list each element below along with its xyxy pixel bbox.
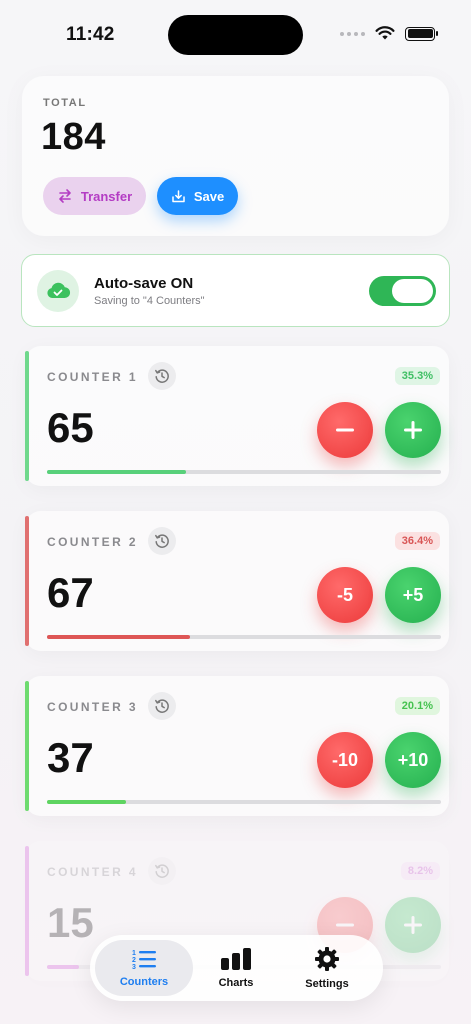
total-label: TOTAL	[43, 97, 87, 109]
counter-value: 15	[47, 899, 94, 946]
history-clock-icon	[155, 369, 169, 383]
gear-icon	[315, 947, 339, 971]
save-label: Save	[193, 188, 225, 204]
counter-progress-fill	[47, 635, 191, 639]
history-button[interactable]	[148, 362, 176, 390]
tab-label: Settings	[305, 978, 349, 990]
autosave-subtitle: Saving to "4 Counters"	[94, 295, 205, 307]
counter-accent-bar	[25, 846, 29, 976]
numbered-list-icon: 1 2 3	[132, 950, 156, 970]
increment-button[interactable]	[385, 402, 441, 458]
increment-5-button[interactable]: +5	[385, 567, 441, 623]
autosave-toggle[interactable]	[369, 276, 436, 306]
history-button[interactable]	[148, 857, 176, 885]
signal-dots-icon	[340, 31, 365, 36]
tab-label: Charts	[218, 977, 254, 989]
tab-label: Counters	[119, 976, 169, 988]
dynamic-island	[168, 15, 303, 55]
counter-card-1: COUNTER 1 35.3% 65	[25, 346, 449, 486]
cloud-check-icon	[37, 270, 79, 312]
percent-badge: 8.2%	[400, 862, 440, 880]
minus-icon	[336, 923, 354, 927]
counter-name: COUNTER 3	[47, 700, 138, 714]
status-time: 11:42	[66, 24, 115, 45]
plus-icon	[404, 916, 422, 934]
decrement-10-button[interactable]: -10	[317, 732, 373, 788]
counter-accent-bar	[25, 681, 29, 811]
svg-text:3: 3	[132, 964, 136, 970]
counter-accent-bar	[25, 351, 29, 481]
total-value: 184	[41, 116, 106, 158]
bar-chart-icon	[221, 948, 251, 970]
autosave-title: Auto-save ON	[94, 275, 194, 292]
plus-icon	[404, 421, 422, 439]
history-clock-icon	[155, 864, 169, 878]
tab-charts[interactable]: Charts	[187, 940, 285, 996]
counter-progress-track	[47, 800, 441, 804]
history-clock-icon	[155, 699, 169, 713]
percent-badge: 36.4%	[394, 532, 440, 550]
percent-badge: 20.1%	[394, 697, 440, 715]
counter-name: COUNTER 2	[47, 535, 138, 549]
counter-value: 67	[47, 569, 94, 616]
total-card: TOTAL 184 Transfer Save	[22, 76, 449, 236]
decrement-5-button[interactable]: -5	[317, 567, 373, 623]
transfer-arrows-icon	[59, 189, 71, 203]
counter-name: COUNTER 1	[47, 370, 138, 384]
tab-bar: 1 2 3 Counters Charts Settings	[90, 935, 383, 1001]
toggle-knob	[392, 279, 433, 303]
minus-icon	[336, 428, 354, 432]
tab-settings[interactable]: Settings	[278, 940, 376, 996]
tab-counters[interactable]: 1 2 3 Counters	[95, 940, 193, 996]
history-clock-icon	[155, 534, 169, 548]
download-tray-icon	[172, 189, 185, 202]
increment-10-button[interactable]: +10	[385, 732, 441, 788]
decrement-button[interactable]	[317, 402, 373, 458]
battery-icon	[405, 26, 438, 41]
percent-badge: 35.3%	[394, 367, 440, 385]
counter-progress-fill	[47, 470, 187, 474]
counter-progress-track	[47, 635, 441, 639]
counter-progress-fill	[47, 965, 80, 969]
counter-progress-fill	[47, 800, 127, 804]
counter-value: 37	[47, 734, 94, 781]
autosave-banner: Auto-save ON Saving to "4 Counters"	[21, 254, 450, 327]
counter-card-2: COUNTER 2 36.4% 67 -5 +5	[25, 511, 449, 651]
status-icons	[340, 26, 438, 41]
counter-name: COUNTER 4	[47, 865, 138, 879]
status-bar: 11:42	[0, 0, 471, 72]
history-button[interactable]	[148, 692, 176, 720]
svg-text:2: 2	[132, 957, 136, 964]
counter-progress-track	[47, 470, 441, 474]
svg-text:1: 1	[132, 950, 136, 957]
wifi-icon	[375, 26, 395, 40]
save-button[interactable]: Save	[157, 177, 238, 215]
increment-button[interactable]	[385, 897, 441, 953]
history-button[interactable]	[148, 527, 176, 555]
counter-card-3: COUNTER 3 20.1% 37 -10 +10	[25, 676, 449, 816]
counter-value: 65	[47, 404, 94, 451]
counter-accent-bar	[25, 516, 29, 646]
transfer-label: Transfer	[80, 188, 133, 204]
transfer-button[interactable]: Transfer	[43, 177, 146, 215]
